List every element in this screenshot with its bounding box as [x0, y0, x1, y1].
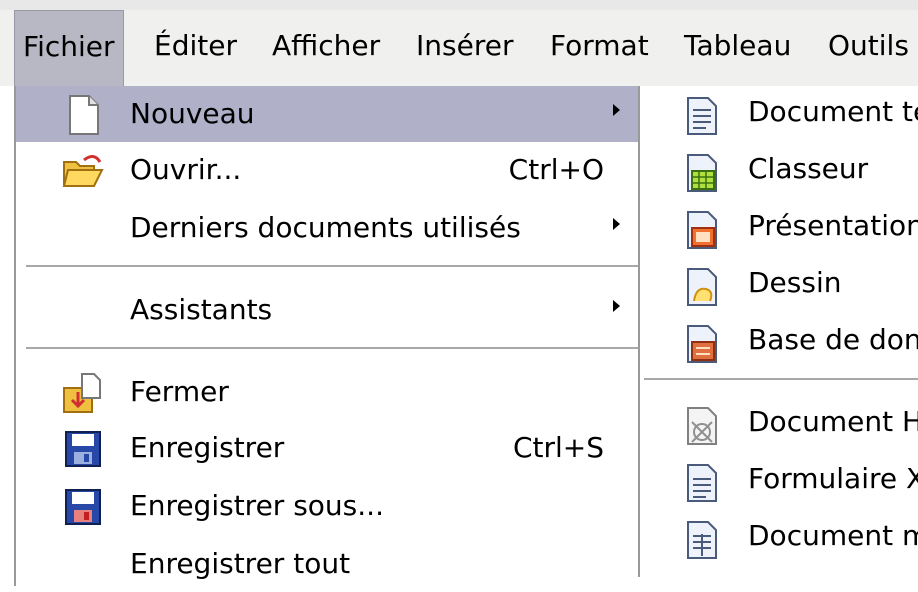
submenu-item-label: Formulaire X — [748, 462, 918, 495]
menu-item-label: Assistants — [130, 293, 273, 326]
submenu-arrow-icon — [613, 300, 620, 312]
submenu-item-label: Document te — [748, 95, 918, 128]
submenu-item-base-de-donnees[interactable]: Base de don — [640, 314, 918, 370]
submenu-item-classeur[interactable]: Classeur — [640, 143, 918, 199]
presentation-icon — [687, 211, 717, 249]
submenu-item-document-html[interactable]: Document H — [640, 396, 918, 452]
menu-item-label: Derniers documents utilisés — [130, 211, 521, 244]
menu-afficher-label: Afficher — [272, 29, 381, 62]
menu-item-derniers-documents[interactable]: Derniers documents utilisés — [16, 200, 638, 256]
menu-format-label: Format — [550, 29, 649, 62]
menu-fichier-label: Fichier — [23, 30, 115, 63]
file-menu: Nouveau Ouvrir... Ctrl+O Derniers docume… — [14, 86, 638, 586]
menu-item-enregistrer[interactable]: Enregistrer Ctrl+S — [16, 420, 638, 476]
submenu-arrow-icon — [613, 218, 620, 230]
menu-item-label: Fermer — [130, 375, 229, 408]
submenu-item-label: Document m — [748, 519, 918, 552]
submenu-item-dessin[interactable]: Dessin — [640, 257, 918, 313]
spreadsheet-icon — [687, 154, 717, 192]
menu-editer-label: Éditer — [154, 29, 237, 62]
text-document-icon — [687, 97, 717, 135]
new-submenu: Document te Classeur Présentation Dessin — [638, 86, 918, 577]
new-document-icon — [69, 95, 99, 135]
menu-separator — [26, 347, 638, 349]
menu-item-label: Enregistrer sous... — [130, 489, 384, 522]
menu-separator — [26, 265, 638, 267]
menu-item-nouveau[interactable]: Nouveau — [16, 86, 638, 142]
menu-item-label: Enregistrer tout — [130, 547, 351, 580]
submenu-item-label: Document H — [748, 405, 918, 438]
submenu-item-document-maitre[interactable]: Document m — [640, 510, 918, 566]
submenu-item-label: Présentation — [748, 209, 918, 242]
menu-item-ouvrir[interactable]: Ouvrir... Ctrl+O — [16, 142, 638, 198]
submenu-arrow-icon — [613, 104, 620, 116]
menu-tableau-label: Tableau — [684, 29, 792, 62]
menu-item-enregistrer-tout[interactable]: Enregistrer tout — [16, 536, 638, 592]
menu-outils[interactable]: Outils — [820, 10, 917, 86]
database-icon — [687, 325, 717, 363]
shortcut-label: Ctrl+O — [508, 153, 604, 186]
menu-item-label: Ouvrir... — [130, 153, 242, 186]
menu-tableau[interactable]: Tableau — [676, 10, 799, 86]
menu-format[interactable]: Format — [542, 10, 657, 86]
master-document-icon — [687, 521, 717, 559]
html-document-icon — [687, 407, 717, 445]
menu-item-fermer[interactable]: Fermer — [16, 364, 638, 420]
save-icon — [65, 431, 101, 467]
close-document-icon — [63, 373, 101, 413]
submenu-item-label: Base de don — [748, 323, 918, 356]
menu-item-assistants[interactable]: Assistants — [16, 282, 638, 338]
submenu-item-label: Classeur — [748, 152, 869, 185]
save-as-icon — [65, 489, 101, 525]
menu-fichier[interactable]: Fichier — [14, 10, 124, 88]
menu-editer[interactable]: Éditer — [146, 10, 245, 86]
submenu-item-document-texte[interactable]: Document te — [640, 86, 918, 142]
menu-item-enregistrer-sous[interactable]: Enregistrer sous... — [16, 478, 638, 534]
drawing-icon — [687, 268, 717, 306]
submenu-separator — [644, 378, 918, 380]
menu-bar: Fichier Éditer Afficher Insérer Format T… — [0, 0, 918, 88]
menu-inserer[interactable]: Insérer — [408, 10, 521, 86]
menu-item-label: Nouveau — [130, 97, 255, 130]
open-folder-icon — [62, 155, 104, 187]
submenu-item-label: Dessin — [748, 266, 842, 299]
menu-item-label: Enregistrer — [130, 431, 285, 464]
menu-afficher[interactable]: Afficher — [264, 10, 388, 86]
xml-form-icon — [687, 464, 717, 502]
menu-outils-label: Outils — [828, 29, 909, 62]
shortcut-label: Ctrl+S — [512, 431, 604, 464]
submenu-item-presentation[interactable]: Présentation — [640, 200, 918, 256]
submenu-item-formulaire-xml[interactable]: Formulaire X — [640, 453, 918, 509]
menu-inserer-label: Insérer — [416, 29, 514, 62]
